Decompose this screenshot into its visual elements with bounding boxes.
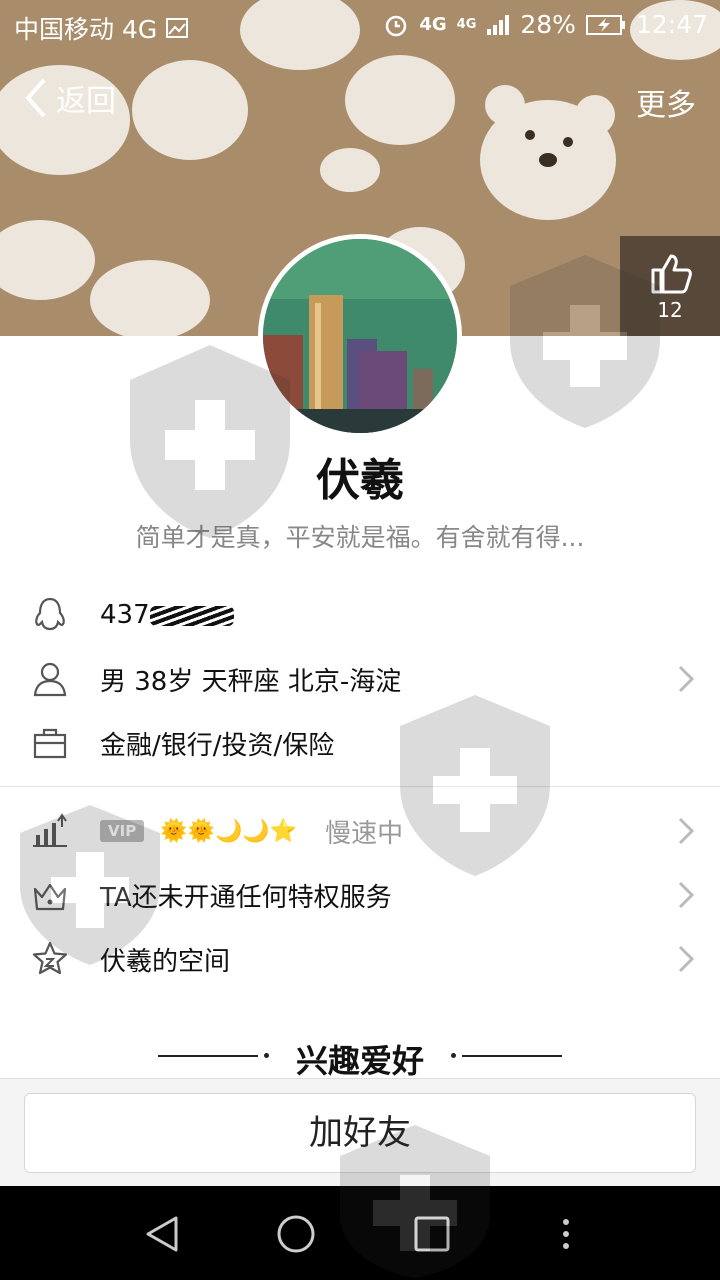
like-button[interactable]: 12: [620, 236, 720, 336]
penguin-icon: [35, 597, 65, 631]
signal-icon: [487, 14, 510, 35]
vip-badge: VIP: [100, 820, 145, 842]
battery-charging-icon: [585, 14, 625, 35]
briefcase-icon: [33, 728, 67, 759]
back-triangle-icon[interactable]: [142, 1214, 182, 1254]
privilege-row[interactable]: TA还未开通任何特权服务: [0, 864, 720, 926]
occupation-row: 金融/银行/投资/保险: [0, 712, 720, 774]
qq-number: 437: [100, 600, 234, 630]
section-dot-right: [451, 1053, 456, 1058]
vip-info: VIP 🌞🌞🌙🌙⭐ 慢速中: [100, 813, 403, 850]
level-chart-icon: [33, 813, 67, 847]
speed-status: 慢速中: [325, 818, 404, 849]
more-button[interactable]: 更多: [636, 80, 696, 124]
nickname: 伏羲: [316, 455, 404, 506]
add-friend-button[interactable]: 加好友: [24, 1093, 696, 1173]
alarm-icon: [386, 15, 407, 36]
signature: 简单才是真，平安就是福。有舍就有得...: [135, 523, 585, 552]
occupation: 金融/银行/投资/保险: [100, 730, 335, 761]
chevron-right-icon: [678, 881, 695, 909]
system-nav-bar: [0, 1186, 720, 1280]
like-count: 12: [657, 298, 683, 322]
back-label: 返回: [56, 84, 116, 119]
crown-icon: [33, 883, 67, 911]
network-type-2: 4G: [456, 17, 477, 32]
space-label: 伏羲的空间: [100, 946, 231, 977]
thumbs-up-icon: [651, 254, 692, 294]
top-nav: 返回 更多: [0, 76, 720, 128]
privilege-label: TA还未开通任何特权服务: [100, 882, 392, 913]
clock: 12:47: [635, 10, 708, 39]
space-row[interactable]: 伏羲的空间: [0, 928, 720, 990]
avatar[interactable]: [258, 234, 462, 438]
image-icon: [166, 18, 189, 38]
level-icons: 🌞🌞🌙🌙⭐: [160, 818, 298, 844]
person-icon: [33, 662, 67, 697]
chevron-right-icon: [678, 945, 695, 973]
redaction-mark: [149, 605, 234, 626]
divider: [0, 786, 720, 787]
bottom-action-bar: 加好友: [0, 1078, 720, 1186]
chevron-right-icon: [678, 817, 695, 845]
section-line-right: [462, 1055, 562, 1057]
section-title: 兴趣爱好: [295, 1042, 424, 1080]
battery-percent: 28%: [520, 10, 576, 39]
home-circle-icon[interactable]: [276, 1214, 316, 1254]
personal-info-row[interactable]: 男 38岁 天秤座 北京-海淀: [0, 648, 720, 710]
menu-dots-icon[interactable]: [556, 1214, 576, 1254]
back-button[interactable]: 返回: [22, 76, 116, 120]
recents-square-icon[interactable]: [412, 1214, 452, 1254]
carrier-label: 中国移动 4G: [14, 15, 158, 44]
qq-number-row: 437: [0, 584, 720, 646]
status-bar: 中国移动 4G 4G 4G 28% 12:47: [0, 0, 720, 52]
star-space-icon: [32, 941, 68, 975]
avatar-cityscape-image: [263, 239, 457, 433]
back-arrow-icon: [25, 78, 46, 118]
network-type-1: 4G: [419, 14, 447, 35]
vip-row[interactable]: VIP 🌞🌞🌙🌙⭐ 慢速中: [0, 800, 720, 862]
personal-info: 男 38岁 天秤座 北京-海淀: [100, 666, 402, 697]
chevron-right-icon: [678, 665, 695, 693]
